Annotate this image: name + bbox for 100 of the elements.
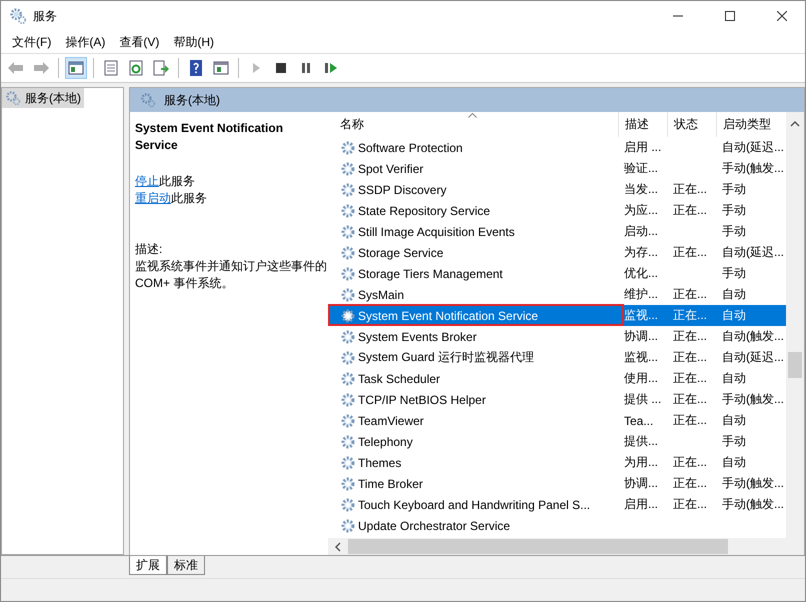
status-cell: 正在...: [673, 202, 708, 219]
gear-icon: [340, 224, 356, 240]
list-icon: [102, 59, 120, 77]
menu-item[interactable]: 查看(V): [112, 34, 166, 50]
service-name-cell[interactable]: System Event Notification Service: [358, 308, 538, 322]
service-name-cell[interactable]: System Events Broker: [358, 330, 477, 344]
refresh-icon: [127, 59, 145, 77]
close-icon: [777, 11, 787, 21]
gear-icon: [340, 350, 356, 366]
description-cell: 启动...: [624, 223, 658, 240]
gears-icon: [140, 92, 156, 108]
startup-type-cell: 自动(延迟...: [722, 244, 784, 261]
action-text: 重启动此服务: [135, 190, 207, 207]
service-name-cell[interactable]: Software Protection: [358, 140, 463, 154]
service-name-cell[interactable]: Time Broker: [358, 476, 423, 490]
status-cell: 正在...: [673, 412, 708, 429]
service-name-cell[interactable]: Storage Service: [358, 246, 444, 260]
description-cell: 当发...: [624, 181, 658, 198]
startup-type-cell: 手动: [722, 202, 746, 219]
description-cell: 启用 ...: [624, 139, 662, 156]
scrollbar-thumb[interactable]: [348, 539, 728, 554]
startup-type-cell: 自动(触发...: [722, 328, 784, 345]
service-name-cell[interactable]: TCP/IP NetBIOS Helper: [358, 392, 486, 406]
startup-type-cell: 手动(触发...: [722, 160, 784, 177]
service-name-cell[interactable]: Touch Keyboard and Handwriting Panel S...: [358, 498, 590, 512]
gear-icon: [340, 202, 356, 218]
right-arrow-icon: [32, 59, 50, 77]
column-header[interactable]: 描述: [619, 112, 668, 137]
gear-icon: [340, 392, 356, 408]
startup-type-cell: 手动: [722, 181, 746, 198]
startup-type-cell: 手动: [722, 265, 746, 282]
description-cell: 维护...: [624, 286, 658, 303]
view-tab[interactable]: 扩展: [129, 556, 167, 575]
menu-item[interactable]: 操作(A): [58, 34, 112, 50]
service-name-cell[interactable]: State Repository Service: [358, 204, 490, 218]
gear-icon: [340, 496, 356, 512]
status-cell: 正在...: [673, 496, 708, 513]
service-name-cell[interactable]: Task Scheduler: [358, 372, 440, 386]
description-cell: 提供 ...: [624, 391, 662, 408]
gear-icon: [340, 244, 356, 260]
export-icon: [152, 59, 170, 77]
status-cell: 正在...: [673, 244, 708, 261]
column-header[interactable]: 状态: [668, 112, 717, 137]
description-cell: Tea...: [624, 414, 654, 428]
description-cell: 优化...: [624, 265, 658, 282]
gear-icon: [340, 518, 356, 534]
gear-icon: [340, 412, 356, 428]
scrollbar-thumb[interactable]: [788, 352, 802, 378]
scroll-up-icon[interactable]: [790, 120, 800, 128]
startup-type-cell: 手动: [722, 433, 746, 450]
startup-type-cell: 自动(延迟...: [722, 349, 784, 366]
column-header[interactable]: 名称: [328, 112, 619, 137]
description-cell: 协调...: [624, 328, 658, 345]
startup-type-cell: 自动: [722, 286, 746, 303]
tree-item[interactable]: 服务(本地): [2, 88, 84, 108]
description-cell: 监视...: [624, 349, 658, 366]
panel-icon: [67, 59, 85, 77]
description-cell: 协调...: [624, 475, 658, 492]
service-name-cell[interactable]: Storage Tiers Management: [358, 266, 503, 280]
startup-type-cell: 自动: [722, 307, 746, 324]
service-name-cell[interactable]: Telephony: [358, 434, 413, 448]
window-icon: [212, 59, 230, 77]
status-cell: 正在...: [673, 370, 708, 387]
startup-type-cell: 自动(延迟...: [722, 139, 784, 156]
maximize-icon: [725, 11, 735, 21]
help-icon: [187, 59, 205, 77]
service-name-cell[interactable]: TeamViewer: [358, 414, 424, 428]
gear-icon: [340, 434, 356, 450]
status-cell: 正在...: [673, 349, 708, 366]
action-link[interactable]: 重启动: [135, 191, 171, 205]
service-name-cell[interactable]: SysMain: [358, 288, 404, 302]
status-cell: 正在...: [673, 307, 708, 324]
service-name-cell[interactable]: Still Image Acquisition Events: [358, 224, 515, 238]
description-cell: 提供...: [624, 433, 658, 450]
description-cell: 监视...: [624, 307, 658, 324]
service-name-cell[interactable]: SSDP Discovery: [358, 182, 446, 196]
tree-item-label: 服务(本地): [25, 90, 81, 106]
action-link[interactable]: 停止: [135, 174, 159, 188]
gears-icon: [9, 7, 27, 25]
gears-icon: [5, 90, 21, 106]
service-name-cell[interactable]: Update Orchestrator Service: [358, 518, 510, 532]
service-name-cell[interactable]: Spot Verifier: [358, 162, 424, 176]
startup-type-cell: 手动: [722, 223, 746, 240]
tree-tool-button[interactable]: [65, 57, 87, 79]
startup-type-cell: 手动(触发...: [722, 475, 784, 492]
gear-icon: [340, 328, 356, 344]
startup-type-cell: 自动: [722, 370, 746, 387]
action-text: 停止此服务: [135, 173, 195, 190]
description-cell: 使用...: [624, 370, 658, 387]
menu-item[interactable]: 帮助(H): [166, 34, 221, 50]
description-label: 描述:: [135, 241, 162, 258]
scroll-left-icon[interactable]: [334, 542, 342, 552]
status-cell: 正在...: [673, 286, 708, 303]
view-tab[interactable]: 标准: [167, 556, 205, 575]
menu-item[interactable]: 文件(F): [5, 34, 58, 50]
gear-icon: [340, 476, 356, 492]
service-name-cell[interactable]: Themes: [358, 456, 402, 470]
service-name-cell[interactable]: System Guard 运行时监视器代理: [358, 349, 534, 366]
column-header[interactable]: 启动类型: [717, 112, 786, 137]
startup-type-cell: 手动(触发...: [722, 391, 784, 408]
